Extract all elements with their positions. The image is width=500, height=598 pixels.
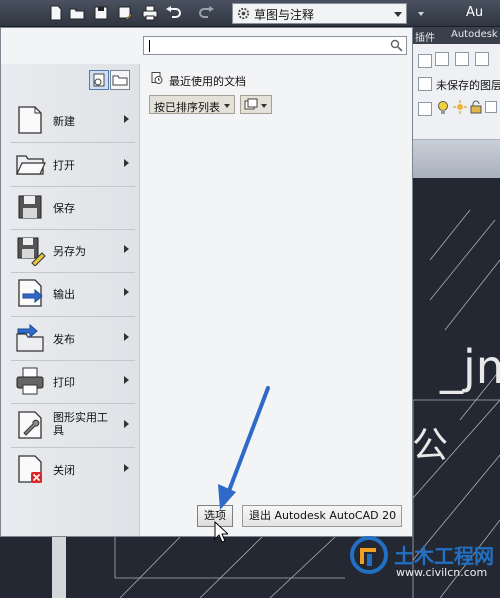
view-toggle [89,70,131,90]
civil-engineering-logo [350,536,388,574]
undo-icon[interactable] [165,5,181,21]
ribbon-panel-footer [413,140,500,178]
document-clock-icon [93,73,105,87]
menu-item-label: 输出 [53,288,75,301]
chevron-right-icon [124,420,129,428]
menu-item-open[interactable]: 打开 [9,144,137,184]
menu-item-new[interactable]: 新建 [9,100,137,140]
folder-icon [112,75,128,86]
new-icon[interactable] [48,5,64,21]
save-icon [18,195,42,219]
chevron-right-icon [124,245,129,253]
layer-state-label[interactable]: 未保存的图层 [436,77,500,93]
lightbulb-icon[interactable] [437,100,449,116]
new-document-icon [18,106,42,134]
layer-tool-icon[interactable] [455,52,469,66]
window-title: Au [466,5,484,20]
ribbon-panel: 未保存的图层 [413,44,500,140]
close-document-icon [18,455,42,483]
layer-tool-icon[interactable] [418,102,432,116]
layer-tool-icon[interactable] [435,52,449,66]
search-icon[interactable] [390,39,403,52]
menu-item-label: 打开 [53,159,75,172]
exit-autocad-button[interactable]: 退出 Autodesk AutoCAD 20 [242,505,402,527]
layer-tool-icon[interactable] [475,52,489,66]
recent-documents-label: 最近使用的文档 [169,75,246,88]
menu-item-label: 新建 [53,115,75,128]
workspace-dropdown[interactable]: 草图与注释 [232,3,407,24]
gear-icon [237,7,250,20]
customize-toolbar-caret[interactable] [418,12,424,16]
menu-item-save-as[interactable]: 另存为 [9,230,137,270]
menu-item-label: 另存为 [53,245,86,258]
open-documents-view-button[interactable] [110,70,130,90]
menu-item-label: 打印 [53,376,75,389]
search-input[interactable] [143,36,407,55]
menu-item-close[interactable]: 关闭 [9,449,137,489]
printer-icon [16,367,44,395]
color-swatch-icon[interactable] [485,101,497,113]
canvas-text-large: _jm [440,340,500,394]
mouse-cursor-icon [214,521,228,543]
canvas-text-cjk: 公 [412,425,449,466]
menu-item-drawing-utilities[interactable]: 图形实用工具 [9,405,137,445]
canvas-vertical-strip [52,537,66,598]
export-icon [18,279,43,307]
recent-documents-view-button[interactable] [89,70,109,90]
chevron-down-icon [394,12,402,17]
ribbon-tabs: 插件 Autodesk [413,27,500,44]
sun-icon[interactable] [453,100,467,114]
sort-dropdown-label: 按已排序列表 [154,101,220,114]
menu-item-label: 保存 [53,202,75,215]
save-as-icon[interactable] [117,5,133,21]
chevron-down-icon [261,104,267,108]
watermark-url: www.civilcn.com [396,566,488,579]
menu-item-label: 图形实用工具 [53,411,108,437]
workspace-label: 草图与注释 [254,8,315,22]
tab-plugins[interactable]: 插件 [415,29,435,44]
clock-icon [151,72,163,84]
layer-tool-icon[interactable] [418,77,432,91]
chevron-right-icon [124,159,129,167]
application-menu: 新建 打开 保存 另存为 输出 发布 打印 图形实用工具 关闭 最近使用的文档 … [0,27,413,537]
open-icon[interactable] [69,5,85,21]
icon-size-dropdown[interactable] [240,95,272,114]
menu-item-print[interactable]: 打印 [9,361,137,401]
menu-item-export[interactable]: 输出 [9,273,137,313]
menu-item-save[interactable]: 保存 [9,187,137,227]
menu-item-label: 关闭 [53,464,75,477]
watermark-title: 土木工程网 [394,544,494,568]
divider [11,447,135,448]
sort-dropdown[interactable]: 按已排序列表 [149,95,235,114]
divider [11,403,135,404]
autocad-window: _jm 公 草图与注释 Au 插件 Autodesk 未保存的图层 新建 打开 … [0,0,500,598]
chevron-right-icon [124,288,129,296]
recent-documents-list [142,120,412,515]
chevron-down-icon [224,104,230,108]
menu-item-publish[interactable]: 发布 [9,318,137,358]
publish-icon [16,323,44,352]
chevron-right-icon [124,333,129,341]
divider [11,316,135,317]
chevron-right-icon [124,376,129,384]
tab-autodesk[interactable]: Autodesk [451,29,498,40]
lock-icon[interactable] [470,100,482,114]
chevron-right-icon [124,464,129,472]
plot-icon[interactable] [142,5,158,21]
chevron-right-icon [124,115,129,123]
display-icons-icon [244,98,258,110]
save-icon[interactable] [93,5,109,21]
open-folder-icon [16,155,46,175]
save-as-icon [17,237,46,266]
text-cursor [149,40,150,52]
watermark: 土木工程网 www.civilcn.com [344,534,500,598]
drawing-utilities-icon [18,411,42,439]
quick-access-toolbar: 草图与注释 Au [0,0,500,27]
menu-item-label: 发布 [53,333,75,346]
layer-tool-icon[interactable] [418,54,432,68]
divider [11,142,135,143]
redo-icon[interactable] [199,5,215,21]
